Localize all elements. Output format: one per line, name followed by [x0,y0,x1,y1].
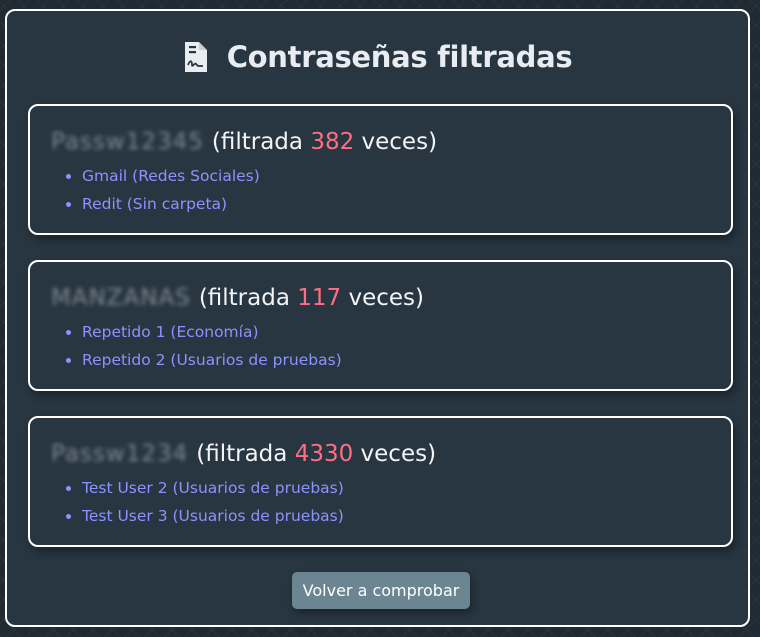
leak-count: 4330 [294,441,354,467]
leaked-password-heading: Passw12345 (filtrada 382 veces) [51,129,437,155]
list-item: Gmail (Redes Sociales) [82,162,260,190]
list-item: Repetido 1 (Economía) [82,318,342,346]
masked-password: Passw12345 [51,129,204,155]
list-item: Test User 2 (Usuarios de pruebas) [82,474,344,502]
leaked-password-heading: MANZANAS (filtrada 117 veces) [51,285,424,311]
account-link[interactable]: Gmail (Redes Sociales) [82,167,260,185]
masked-password: MANZANAS [51,285,191,311]
account-link[interactable]: Repetido 2 (Usuarios de pruebas) [82,351,342,369]
account-link[interactable]: Repetido 1 (Economía) [82,323,259,341]
account-link[interactable]: Test User 2 (Usuarios de pruebas) [82,479,344,497]
page-title: Contraseñas filtradas [226,40,573,74]
leak-suffix: veces) [354,129,438,155]
leak-suffix: veces) [353,441,437,467]
list-item: Test User 3 (Usuarios de pruebas) [82,502,344,530]
affected-accounts-list: Repetido 1 (Economía) Repetido 2 (Usuari… [64,318,342,374]
recheck-button[interactable]: Volver a comprobar [292,572,470,609]
affected-accounts-list: Test User 2 (Usuarios de pruebas) Test U… [64,474,344,530]
leak-count: 382 [310,129,355,155]
leaked-passwords-panel: Contraseñas filtradas Passw12345 (filtra… [5,9,750,627]
list-item: Redit (Sin carpeta) [82,190,260,218]
list-item: Repetido 2 (Usuarios de pruebas) [82,346,342,374]
leaked-password-card: Passw12345 (filtrada 382 veces) Gmail (R… [28,104,733,235]
panel-header: Contraseñas filtradas [7,37,748,77]
leaked-password-card: Passw1234 (filtrada 4330 veces) Test Use… [28,416,733,547]
leak-count: 117 [297,285,342,311]
leaked-password-card: MANZANAS (filtrada 117 veces) Repetido 1… [28,260,733,391]
masked-password: Passw1234 [51,441,189,467]
account-link[interactable]: Redit (Sin carpeta) [82,195,227,213]
leak-prefix: (filtrada [211,129,311,155]
leaked-password-heading: Passw1234 (filtrada 4330 veces) [51,441,436,467]
affected-accounts-list: Gmail (Redes Sociales) Redit (Sin carpet… [64,162,260,218]
leak-suffix: veces) [341,285,424,311]
leak-prefix: (filtrada [198,285,298,311]
file-signature-icon [183,40,209,74]
leak-prefix: (filtrada [196,441,295,467]
account-link[interactable]: Test User 3 (Usuarios de pruebas) [82,507,344,525]
